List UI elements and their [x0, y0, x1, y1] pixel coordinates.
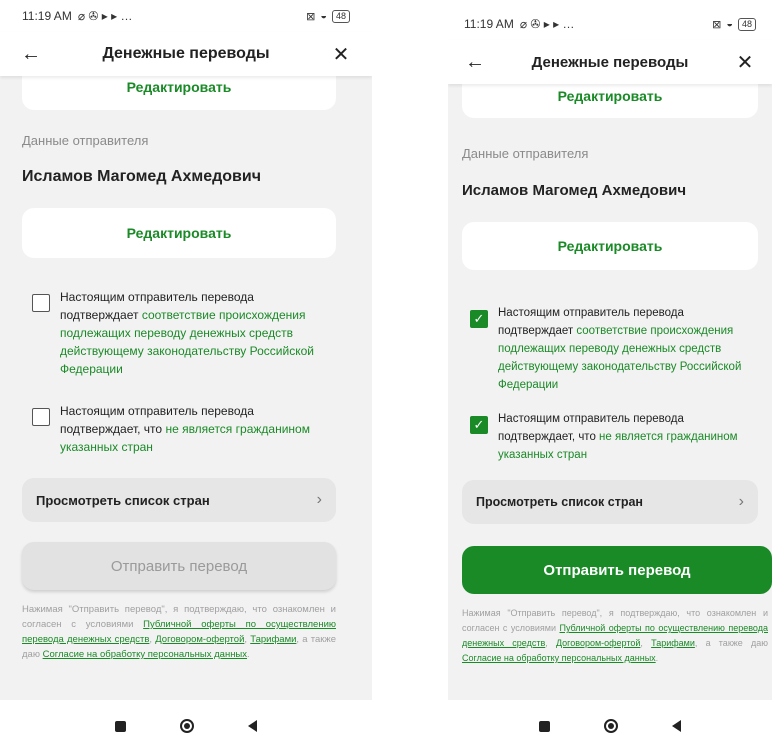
form-content: Редактировать Данные отправителя Исламов… — [0, 76, 372, 700]
contract-offer-link[interactable]: Договором-офертой — [155, 634, 244, 645]
contract-offer-link[interactable]: Договором-офертой — [556, 638, 640, 648]
home-icon[interactable] — [180, 719, 194, 733]
edit-recipient-button[interactable]: Редактировать — [22, 76, 336, 110]
consent-origin-checkbox[interactable]: ✓ — [470, 310, 488, 328]
legal-text-2: , — [545, 638, 556, 648]
sender-section-label: Данные отправителя — [22, 133, 149, 148]
edit-recipient-button[interactable]: Редактировать — [462, 84, 758, 118]
battery-icon: 48 — [737, 17, 756, 31]
status-bar: 11:19 AM ⌀ ✇ ▸ ▸ … ⊠ ◒ 48 — [448, 8, 772, 40]
data-consent-link[interactable]: Согласие на обработку персональных данны… — [43, 649, 247, 660]
back-triangle-icon[interactable] — [248, 720, 257, 732]
sender-section-label: Данные отправителя — [462, 146, 589, 161]
chevron-right-icon: › — [738, 493, 744, 510]
page-title: Денежные переводы — [531, 53, 689, 71]
recents-icon[interactable] — [539, 720, 550, 732]
sender-name: Исламов Магомед Ахмедович — [22, 168, 261, 185]
chevron-right-icon: › — [316, 491, 322, 508]
wifi-icon: ◒ — [726, 18, 733, 30]
screen-before-consent: 11:19 AM ⌀ ✇ ▸ ▸ … ⊠ ◒ 48 ← Денежные пер… — [0, 0, 372, 752]
consent-citizenship-row[interactable]: ✓ Настоящим отправитель перевода подтвер… — [470, 410, 760, 464]
sim-icon: ⊠ — [306, 10, 316, 23]
consent-citizenship-text: Настоящим отправитель перевода подтвержд… — [498, 410, 760, 464]
tariffs-link[interactable]: Тарифами — [250, 634, 296, 645]
back-triangle-icon[interactable] — [672, 720, 681, 732]
back-arrow-icon[interactable]: ← — [18, 43, 44, 66]
consent-origin-row[interactable]: ✓ Настоящим отправитель перевода подтвер… — [470, 304, 760, 394]
wifi-icon: ◒ — [320, 10, 327, 22]
consent-citizenship-row[interactable]: Настоящим отправитель перевода подтвержд… — [32, 402, 332, 456]
legal-notice: Нажимая "Отправить перевод", я подтвержд… — [462, 606, 768, 666]
view-countries-button[interactable]: Просмотреть список стран › — [462, 480, 758, 524]
consent-origin-row[interactable]: Настоящим отправитель перевода подтвержд… — [32, 288, 332, 378]
consent-origin-text: Настоящим отправитель перевода подтвержд… — [60, 288, 332, 378]
send-transfer-button[interactable]: Отправить перевод — [22, 542, 336, 590]
data-consent-link[interactable]: Согласие на обработку персональных данны… — [462, 653, 656, 663]
legal-notice: Нажимая "Отправить перевод", я подтвержд… — [22, 602, 336, 662]
view-countries-label: Просмотреть список стран — [476, 495, 643, 509]
back-arrow-icon[interactable]: ← — [462, 51, 488, 74]
form-content: Редактировать Данные отправителя Исламов… — [448, 84, 772, 700]
view-countries-label: Просмотреть список стран — [36, 492, 210, 508]
legal-text-5: . — [247, 649, 250, 660]
status-bar: 11:19 AM ⌀ ✇ ▸ ▸ … ⊠ ◒ 48 — [0, 0, 372, 32]
edit-sender-button[interactable]: Редактировать — [22, 208, 336, 258]
consent-citizenship-checkbox[interactable]: ✓ — [470, 416, 488, 434]
system-nav-bar — [0, 700, 372, 752]
home-icon[interactable] — [604, 719, 618, 733]
edit-sender-button[interactable]: Редактировать — [462, 222, 758, 270]
view-countries-button[interactable]: Просмотреть список стран › — [22, 478, 336, 522]
sim-icon: ⊠ — [712, 18, 722, 31]
sender-name: Исламов Магомед Ахмедович — [462, 182, 687, 199]
notification-icons: ⌀ ✇ ▸ ▸ … — [519, 17, 575, 31]
legal-text-3: , — [640, 638, 652, 648]
recents-icon[interactable] — [115, 720, 126, 732]
consent-origin-checkbox[interactable] — [32, 294, 50, 312]
tariffs-link[interactable]: Тарифами — [651, 638, 695, 648]
app-bar: ← Денежные переводы ✕ — [448, 40, 772, 84]
clock: 11:19 AM — [464, 17, 514, 31]
notification-icons: ⌀ ✇ ▸ ▸ … — [77, 9, 133, 23]
screen-after-consent: 11:19 AM ⌀ ✇ ▸ ▸ … ⊠ ◒ 48 ← Денежные пер… — [448, 8, 772, 752]
battery-icon: 48 — [331, 9, 350, 23]
send-transfer-button[interactable]: Отправить перевод — [462, 546, 772, 594]
consent-origin-text: Настоящим отправитель перевода подтвержд… — [498, 304, 760, 394]
close-icon[interactable]: ✕ — [732, 50, 758, 75]
close-icon[interactable]: ✕ — [328, 42, 354, 67]
system-nav-bar — [448, 700, 772, 752]
legal-text-4: , а также даю — [694, 638, 768, 648]
legal-text-5: . — [655, 653, 659, 663]
consent-citizenship-text: Настоящим отправитель перевода подтвержд… — [60, 402, 332, 456]
app-bar: ← Денежные переводы ✕ — [0, 32, 372, 76]
consent-citizenship-checkbox[interactable] — [32, 408, 50, 426]
clock: 11:19 AM — [22, 9, 72, 23]
page-title: Денежные переводы — [102, 45, 270, 62]
